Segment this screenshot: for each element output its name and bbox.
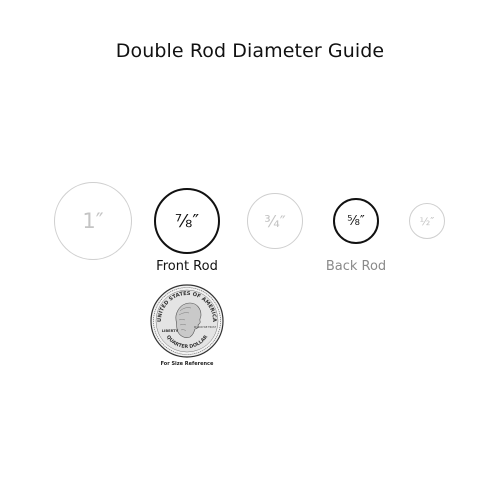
diameter-guide: Double Rod Diameter Guide 1″ ⅞″ ¾″ ⅝″ ½″… [0,0,500,500]
rod-size-label: ⅝″ [347,213,365,229]
rod-circle-7-8-inch: ⅞″ [154,188,220,254]
coin-caption: For Size Reference [160,361,214,367]
rod-circle-3-4-inch: ¾″ [247,193,303,249]
rod-circle-5-8-inch: ⅝″ [333,198,379,244]
rod-circle-1-2-inch: ½″ [409,203,445,239]
quarter-coin-icon: UNITED STATES OF AMERICA QUARTER DOLLAR … [150,284,224,358]
rod-size-label: ¾″ [264,211,286,231]
coin-liberty-text: LIBERTY [162,329,179,333]
coin-motto-text: IN GOD WE TRUST [194,326,217,329]
front-rod-label: Front Rod [156,259,218,274]
page-title: Double Rod Diameter Guide [115,40,385,62]
rod-size-label: ⅞″ [174,210,200,232]
rod-circle-1-inch: 1″ [54,182,132,260]
rod-size-label: ½″ [419,214,435,228]
rod-size-label: 1″ [82,209,104,233]
back-rod-label: Back Rod [325,259,387,274]
